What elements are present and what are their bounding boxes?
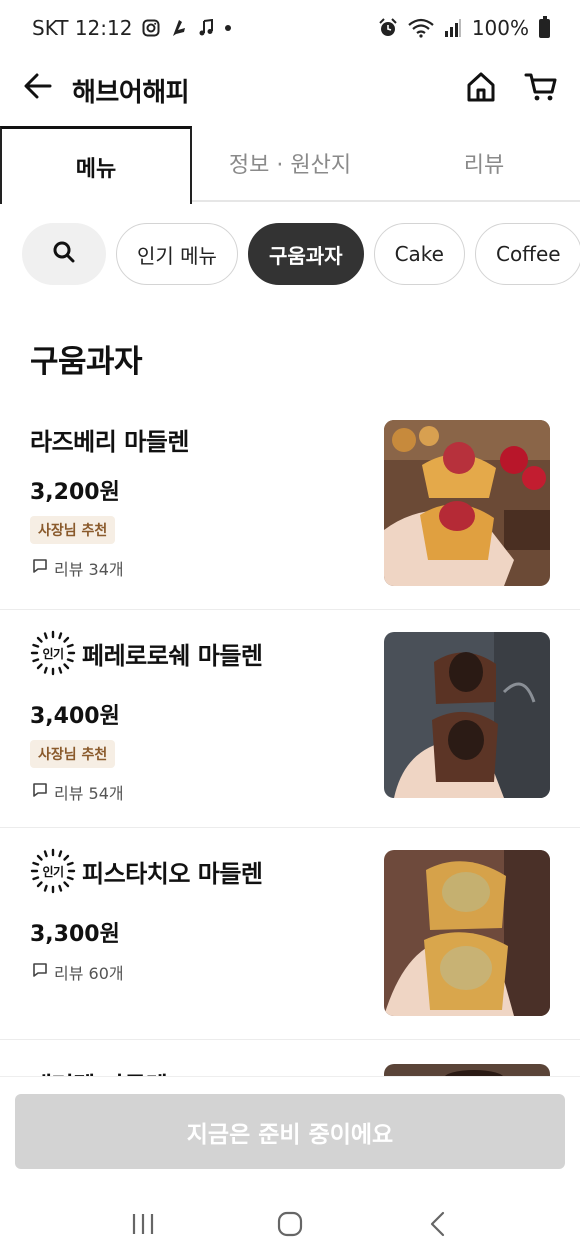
- item-price: 3,400원: [30, 704, 120, 729]
- status-right: 100%: [378, 15, 550, 40]
- popular-badge-icon: 인기: [30, 630, 76, 676]
- instagram-icon: [142, 19, 160, 37]
- raspberry-madeleine-photo: [384, 420, 550, 586]
- item-name-wrap: 인기 페레로로쉐 마들렌: [30, 630, 263, 676]
- item-name-wrap: 라즈베리 마들렌: [30, 422, 189, 457]
- chip-cake[interactable]: Cake: [373, 223, 465, 285]
- menu-item[interactable]: 라즈베리 마들렌 3,200원 사장님 추천 리뷰 34개: [0, 398, 580, 610]
- tab-review[interactable]: 리뷰: [388, 126, 580, 200]
- signal-icon: [444, 19, 462, 37]
- menu-item[interactable]: 인기 피스타치오 마들렌 3,300원 리뷰 60개: [0, 828, 580, 1040]
- system-nav-bar: [0, 1190, 580, 1257]
- recent-apps-icon[interactable]: [123, 1204, 163, 1244]
- app-header: 해브어해피: [0, 56, 580, 126]
- battery-percent: 100%: [471, 16, 529, 40]
- cart-icon[interactable]: [524, 70, 558, 104]
- chip-baked-goods[interactable]: 구움과자: [247, 223, 364, 285]
- home-icon[interactable]: [464, 70, 498, 104]
- popular-badge-label: 인기: [42, 646, 63, 661]
- back-nav-icon[interactable]: [417, 1204, 457, 1244]
- chip-coffee[interactable]: Coffee: [474, 223, 580, 285]
- home-nav-icon[interactable]: [270, 1204, 310, 1244]
- review-count: 리뷰 34개: [32, 556, 124, 580]
- chip-search-button[interactable]: [22, 223, 106, 285]
- status-bar: SKT 12:12 100%: [0, 0, 580, 56]
- owner-pick-badge: 사장님 추천: [30, 516, 116, 544]
- dot-icon: [224, 24, 232, 32]
- pistachio-madeleine-photo: [384, 850, 550, 1016]
- ferrero-madeleine-photo: [384, 632, 550, 798]
- music-note-icon: [198, 19, 214, 37]
- item-name: 피스타치오 마들렌: [82, 859, 263, 888]
- popular-badge-label: 인기: [42, 864, 63, 879]
- alarm-icon: [378, 18, 398, 38]
- battery-icon: [539, 15, 550, 38]
- tab-bar: 메뉴 정보 · 원산지 리뷰: [0, 126, 580, 204]
- section-title: 구움과자: [30, 344, 143, 380]
- menu-item[interactable]: 인기 페레로로쉐 마들렌 3,400원 사장님 추천 리뷰 54개: [0, 610, 580, 828]
- review-count: 리뷰 60개: [32, 960, 124, 984]
- order-unavailable-button[interactable]: 지금은 준비 중이에요: [15, 1094, 565, 1169]
- review-count-text: 리뷰 34개: [54, 560, 124, 579]
- item-price: 3,300원: [30, 922, 120, 947]
- comment-icon: [32, 782, 48, 802]
- tab-info-origin[interactable]: 정보 · 원산지: [192, 126, 388, 200]
- back-arrow-icon[interactable]: [22, 70, 54, 102]
- comment-icon: [32, 962, 48, 982]
- comment-icon: [32, 558, 48, 578]
- joystick-icon: [170, 18, 188, 38]
- status-left: SKT 12:12: [32, 16, 232, 40]
- item-name: 페레로로쉐 마들렌: [82, 641, 263, 670]
- item-name: 라즈베리 마들렌: [30, 428, 189, 456]
- category-chips: 인기 메뉴 구움과자 Cake Coffee A: [0, 222, 580, 286]
- wifi-icon: [408, 18, 434, 38]
- review-count-text: 리뷰 60개: [54, 964, 124, 983]
- search-icon: [52, 240, 76, 268]
- item-price: 3,200원: [30, 480, 120, 505]
- carrier-time: SKT 12:12: [32, 16, 133, 40]
- popular-badge-icon: 인기: [30, 848, 76, 894]
- review-count: 리뷰 54개: [32, 780, 124, 804]
- tab-menu[interactable]: 메뉴: [0, 126, 192, 204]
- review-count-text: 리뷰 54개: [54, 784, 124, 803]
- owner-pick-badge: 사장님 추천: [30, 740, 116, 768]
- store-title: 해브어해피: [72, 78, 190, 108]
- item-name-wrap: 인기 피스타치오 마들렌: [30, 848, 263, 894]
- chip-popular-menu[interactable]: 인기 메뉴: [116, 223, 238, 285]
- menu-list: 라즈베리 마들렌 3,200원 사장님 추천 리뷰 34개 인기 페레로로쉐 마…: [0, 398, 580, 1124]
